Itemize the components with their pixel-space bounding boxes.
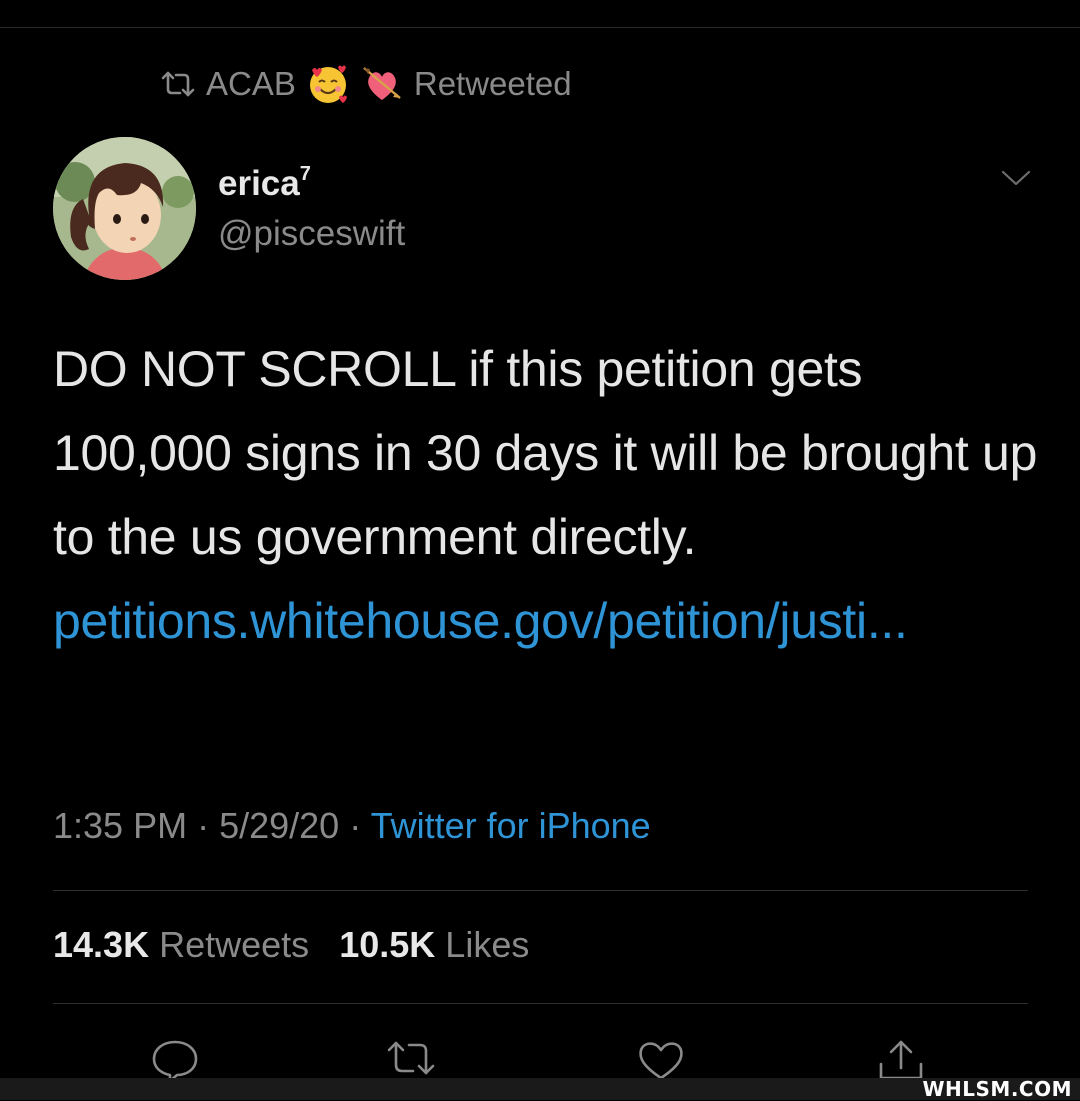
meta-separator: · [349,805,371,846]
retweets-stat[interactable]: 14.3K Retweets [53,924,319,965]
tweet-date: 5/29/20 [219,805,340,846]
meta-separator: · [197,805,220,846]
retweet-icon [160,69,196,99]
author-name[interactable]: erica7 [218,163,311,204]
watermark: WHLSM.COM [922,1077,1072,1101]
divider [53,1003,1028,1004]
tweet-source[interactable]: Twitter for iPhone [371,805,651,846]
likes-label: Likes [445,924,530,965]
tweet-body: DO NOT SCROLL if this petition gets 100,… [53,327,1043,663]
tweet-meta: 1:35 PM · 5/29/20 · Twitter for iPhone [53,805,651,847]
retweeted-label: Retweeted [413,65,572,102]
heart-with-arrow-icon [360,62,404,106]
retweets-count: 14.3K [53,924,150,965]
divider [53,890,1028,891]
tweet-text: DO NOT SCROLL if this petition gets 100,… [53,341,1038,565]
author-name-text: erica [218,164,300,203]
author-handle[interactable]: @pisceswift [218,214,405,254]
retweet-icon[interactable] [385,1038,437,1083]
tweet-link[interactable]: petitions.whitehouse.gov/petition/justi.… [53,593,908,649]
chevron-down-icon[interactable] [1000,168,1032,193]
retweet-context[interactable]: ACAB Retweeted [160,60,572,108]
top-divider [0,27,1080,28]
tweet-stats: 14.3K Retweets 10.5K Likes [53,924,529,966]
smiling-face-with-hearts-icon [306,62,350,106]
retweeter-name: ACAB [206,65,296,102]
author-name-superscript: 7 [299,163,311,186]
tweet-time: 1:35 PM [53,805,188,846]
likes-count: 10.5K [339,924,436,965]
avatar[interactable] [53,137,196,280]
retweets-label: Retweets [159,924,310,965]
likes-stat[interactable]: 10.5K Likes [339,924,529,965]
bottom-bar [0,1078,1080,1100]
